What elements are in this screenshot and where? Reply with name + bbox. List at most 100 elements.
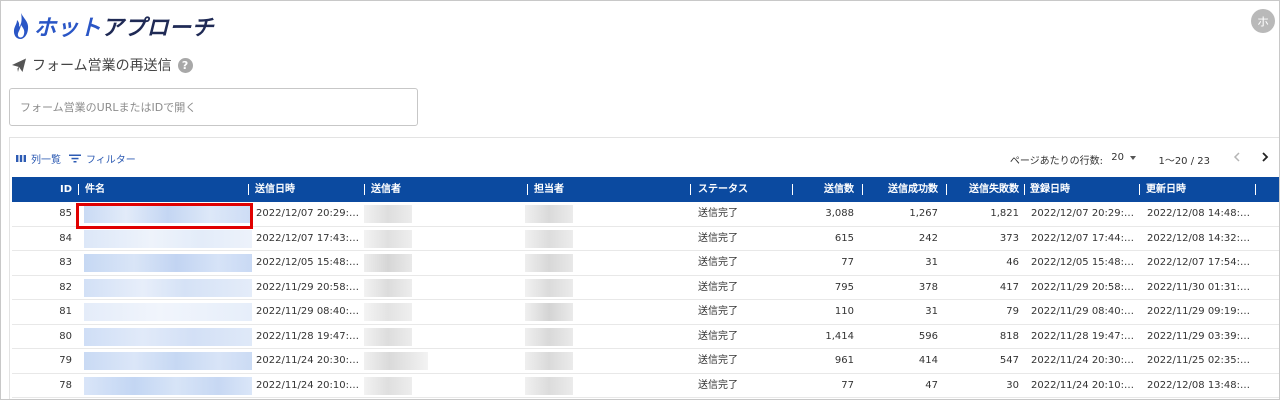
cell-registered-at: 2022/12/07 20:29:…: [1031, 208, 1135, 219]
cell-sent-at: 2022/11/24 20:10:…: [256, 379, 360, 391]
page-title: フォーム営業の再送信 ?: [11, 55, 193, 75]
column-separator[interactable]: [946, 184, 947, 195]
rows-per-page-label: ページあたりの行数:: [1009, 156, 1103, 167]
question-icon[interactable]: ?: [177, 57, 193, 73]
column-separator[interactable]: [1139, 184, 1140, 195]
cell-fail-count: 417: [999, 281, 1019, 293]
prev-page-button[interactable]: [1229, 149, 1245, 165]
filter-button[interactable]: フィルター: [69, 151, 136, 166]
table-row[interactable]: 83 2022/12/05 15:48:… 送信完了 77 31 46 2022…: [12, 251, 1279, 276]
column-separator[interactable]: [792, 184, 793, 195]
cell-updated-at: 2022/11/29 03:39:…: [1147, 330, 1251, 342]
header-registered-at[interactable]: 登録日時: [1030, 177, 1070, 202]
cell-id: 81: [59, 306, 72, 317]
cell-status: 送信完了: [698, 281, 738, 293]
table-row[interactable]: 78 2022/11/24 20:10:… 送信完了 77 47 30 2022…: [12, 374, 1279, 398]
app-logo[interactable]: ホットアプローチ: [11, 11, 214, 41]
column-separator[interactable]: [248, 184, 249, 195]
column-separator[interactable]: [78, 184, 79, 195]
column-separator[interactable]: [364, 184, 365, 195]
cell-id: 83: [59, 257, 72, 268]
header-updated-at[interactable]: 更新日時: [1146, 177, 1186, 202]
flame-icon: [13, 13, 29, 39]
cell-sent-count: 795: [834, 281, 854, 293]
header-success-count[interactable]: 送信成功数: [870, 177, 938, 202]
cell-owner-redacted: [525, 376, 573, 395]
cell-updated-at: 2022/11/25 02:35:…: [1147, 355, 1251, 366]
cell-name-redacted[interactable]: [84, 278, 252, 297]
records-table-card: 列一覧 フィルター ページあたりの行数: 20 1〜20 / 23 ID 件名 …: [9, 137, 1279, 399]
cell-sender-redacted: [364, 352, 428, 370]
header-owner[interactable]: 担当者: [534, 177, 564, 202]
cell-success-count: 242: [918, 232, 938, 244]
cell-id: 84: [59, 232, 72, 244]
header-sent-at[interactable]: 送信日時: [255, 177, 295, 202]
cell-sender-redacted: [364, 303, 412, 321]
cell-sent-at: 2022/12/07 20:29:…: [256, 208, 360, 219]
table-toolbar: 列一覧 フィルター ページあたりの行数: 20 1〜20 / 23: [10, 138, 1279, 176]
cell-sent-count: 961: [834, 355, 854, 366]
cell-registered-at: 2022/11/24 20:10:…: [1031, 379, 1135, 391]
column-separator[interactable]: [527, 184, 528, 195]
pagination-range: 1〜20 / 23: [1158, 156, 1210, 167]
cell-sent-at: 2022/11/29 08:40:…: [256, 306, 360, 317]
cell-success-count: 31: [925, 306, 938, 317]
cell-sent-count: 1,414: [825, 330, 854, 342]
table-row[interactable]: 80 2022/11/28 19:47:… 送信完了 1,414 596 818…: [12, 325, 1279, 349]
cell-sent-count: 110: [834, 306, 854, 317]
cell-updated-at: 2022/12/08 13:48:…: [1147, 379, 1251, 391]
cell-sent-at: 2022/11/24 20:30:…: [256, 355, 360, 366]
cell-registered-at: 2022/11/29 20:58:…: [1031, 281, 1135, 293]
page-title-text: フォーム営業の再送信: [32, 58, 172, 74]
cell-id: 85: [59, 208, 72, 219]
url-or-id-input[interactable]: [9, 88, 418, 126]
cell-id: 82: [59, 281, 72, 293]
header-fail-count[interactable]: 送信失敗数: [952, 177, 1019, 202]
cell-owner-redacted: [525, 352, 573, 370]
cell-sender-redacted: [364, 376, 412, 395]
cell-name-redacted[interactable]: [84, 254, 252, 272]
cell-name-redacted[interactable]: [84, 376, 252, 395]
cell-sender-redacted: [364, 229, 412, 248]
cell-fail-count: 1,821: [990, 208, 1019, 219]
next-page-button[interactable]: [1257, 149, 1273, 165]
cell-updated-at: 2022/11/30 01:31:…: [1147, 281, 1251, 293]
header-name[interactable]: 件名: [85, 177, 105, 202]
cell-registered-at: 2022/11/24 20:30:…: [1031, 355, 1135, 366]
cell-success-count: 47: [925, 379, 938, 391]
cell-name-redacted[interactable]: [84, 303, 252, 321]
cell-name-redacted[interactable]: [84, 229, 252, 248]
table-row[interactable]: 81 2022/11/29 08:40:… 送信完了 110 31 79 202…: [12, 300, 1279, 325]
cell-status: 送信完了: [698, 330, 738, 342]
header-sender[interactable]: 送信者: [371, 177, 401, 202]
cell-fail-count: 30: [1006, 379, 1019, 391]
table-row[interactable]: 79 2022/11/24 20:30:… 送信完了 961 414 547 2…: [12, 349, 1279, 374]
table-row[interactable]: 84 2022/12/07 17:43:… 送信完了 615 242 373 2…: [12, 227, 1279, 251]
cell-fail-count: 373: [999, 232, 1019, 244]
cell-sender-redacted: [364, 278, 412, 297]
table-row[interactable]: 82 2022/11/29 20:58:… 送信完了 795 378 417 2…: [12, 276, 1279, 300]
column-separator[interactable]: [690, 184, 691, 195]
header-status[interactable]: ステータス: [698, 177, 748, 202]
cell-status: 送信完了: [698, 355, 738, 366]
cell-id: 80: [59, 330, 72, 342]
cell-sent-at: 2022/11/29 20:58:…: [256, 281, 360, 293]
cell-owner-redacted: [525, 205, 573, 223]
cell-name-redacted[interactable]: [84, 352, 252, 370]
cell-status: 送信完了: [698, 257, 738, 268]
cell-sent-count: 77: [841, 257, 854, 268]
column-separator[interactable]: [1255, 184, 1256, 195]
cell-fail-count: 46: [1006, 257, 1019, 268]
cell-name-redacted[interactable]: [84, 327, 252, 346]
header-sent-count[interactable]: 送信数: [802, 177, 854, 202]
cell-success-count: 596: [918, 330, 938, 342]
header-id[interactable]: ID: [60, 177, 72, 202]
user-avatar[interactable]: ホ: [1251, 9, 1275, 33]
cell-fail-count: 547: [999, 355, 1019, 366]
cell-fail-count: 818: [999, 330, 1019, 342]
rows-per-page-select[interactable]: 20: [1111, 152, 1136, 163]
column-separator[interactable]: [862, 184, 863, 195]
columns-button[interactable]: 列一覧: [16, 151, 61, 166]
cell-success-count: 378: [918, 281, 938, 293]
column-separator[interactable]: [1024, 184, 1025, 195]
